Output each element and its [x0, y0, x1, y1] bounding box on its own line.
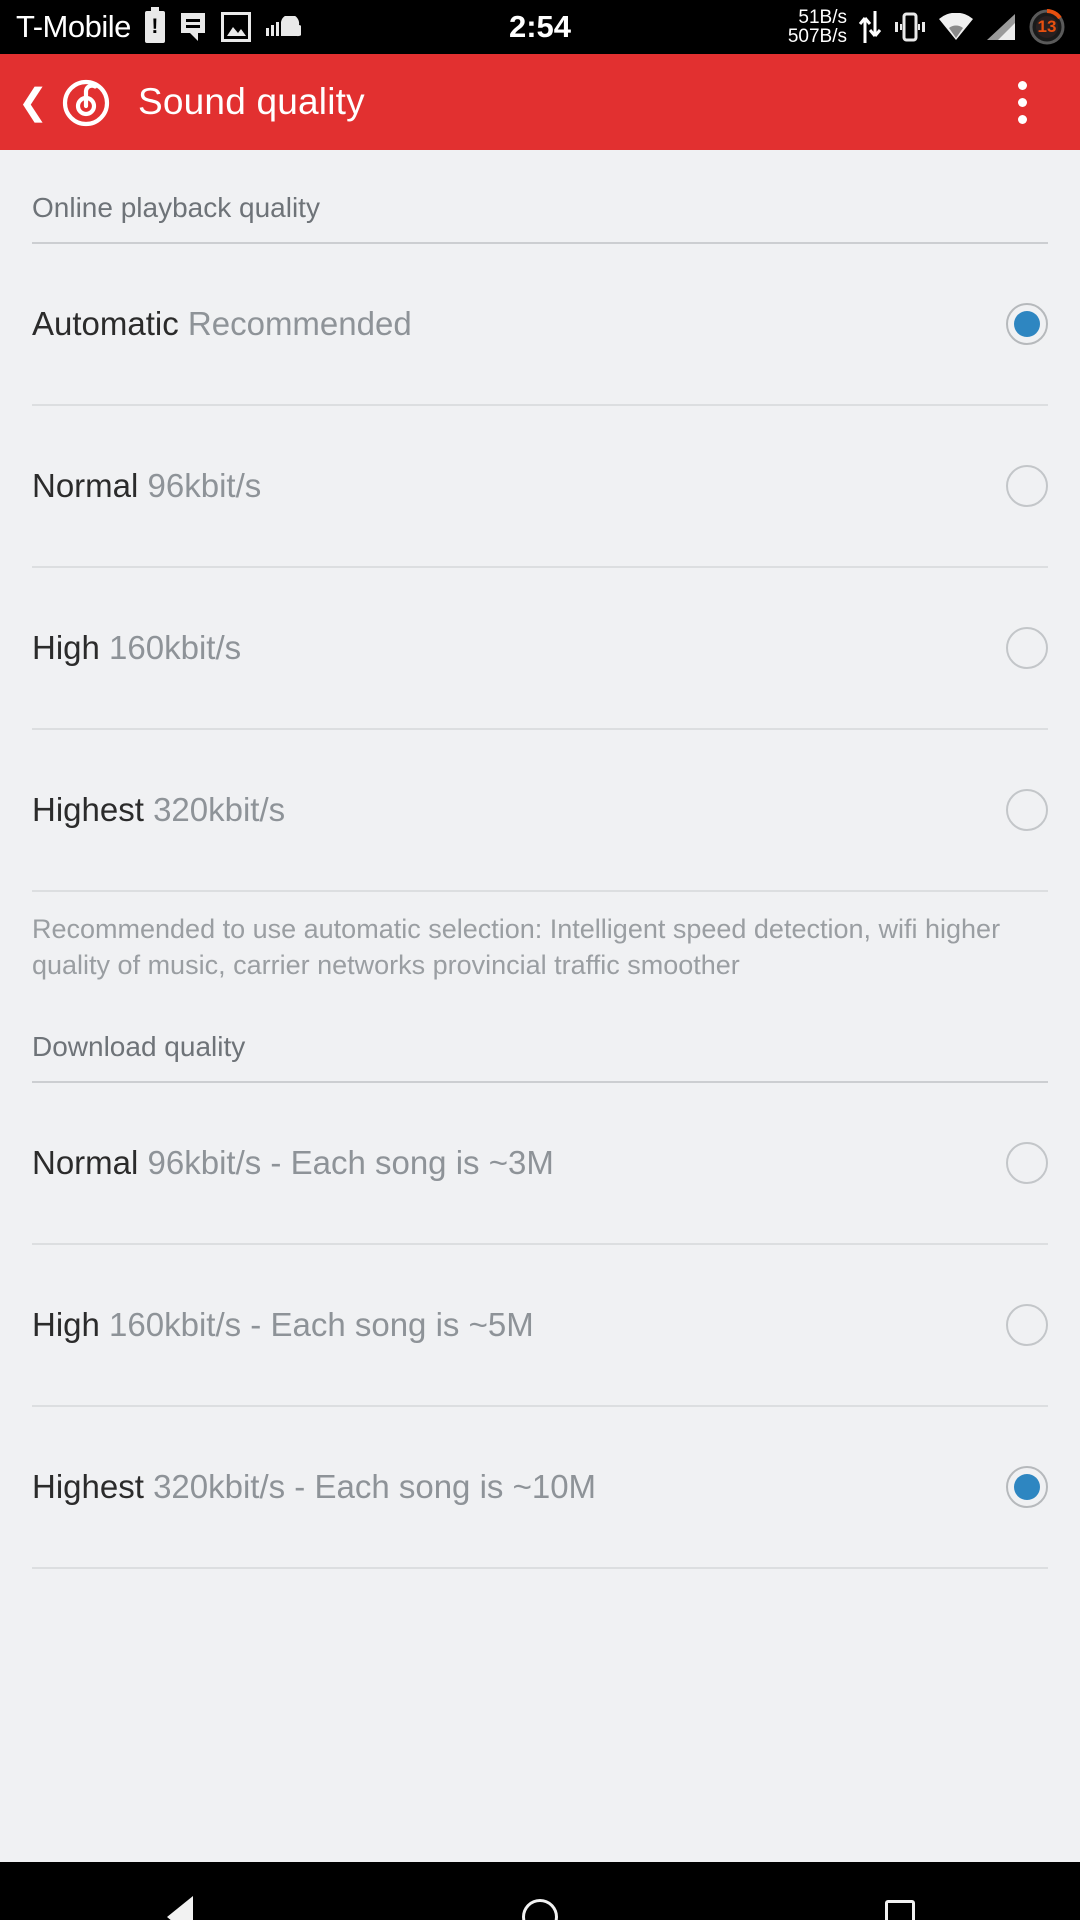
home-circle-icon: [522, 1899, 558, 1920]
section-header-label: Download quality: [32, 1031, 246, 1063]
radio-button-normal-online[interactable]: [1006, 465, 1048, 507]
android-navigation-bar: [0, 1862, 1080, 1920]
option-row-highest-download[interactable]: Highest 320kbit/s - Each song is ~10M: [0, 1407, 1080, 1567]
nav-home-button[interactable]: [480, 1862, 600, 1920]
radio-button-automatic[interactable]: [1006, 303, 1048, 345]
carrier-label: T-Mobile: [16, 9, 131, 44]
status-bar-right: 51B/s 507B/s 13: [788, 8, 1080, 46]
soundcloud-icon: [265, 16, 301, 38]
option-row-highest-online[interactable]: Highest 320kbit/s: [0, 730, 1080, 890]
option-detail: Recommended: [187, 305, 412, 342]
option-detail: 96kbit/s: [147, 467, 262, 504]
status-bar-left: T-Mobile: [0, 7, 301, 45]
option-label: Normal: [32, 1144, 139, 1182]
option-detail: 320kbit/s - Each song is ~10M: [153, 1468, 597, 1506]
battery-level-label: 13: [1037, 17, 1057, 36]
overflow-dot: [1017, 114, 1027, 124]
status-bar: T-Mobile 2:54 51B/s 507B/s: [0, 0, 1080, 54]
overflow-menu-icon[interactable]: [994, 54, 1050, 150]
option-row-text: Normal 96kbit/s: [32, 467, 261, 505]
app-bar: ❮ Sound quality: [0, 54, 1080, 150]
network-speed-indicator: 51B/s 507B/s: [788, 8, 847, 46]
option-row-normal-online[interactable]: Normal 96kbit/s: [0, 406, 1080, 566]
option-row-text: High 160kbit/s: [32, 629, 241, 667]
overflow-dot: [1017, 80, 1027, 90]
battery-alert-icon: [144, 7, 165, 43]
option-row-text: Normal 96kbit/s - Each song is ~3M: [32, 1144, 554, 1182]
option-detail: 160kbit/s - Each song is ~5M: [109, 1306, 534, 1344]
option-detail: 160kbit/s: [109, 629, 242, 666]
netease-cloud-music-logo: [60, 76, 112, 128]
battery-circle-icon: 13: [1028, 8, 1066, 46]
image-icon: [220, 12, 251, 42]
wifi-icon: [938, 13, 974, 41]
option-row-text: Highest 320kbit/s: [32, 791, 285, 829]
option-row-text: High 160kbit/s - Each song is ~5M: [32, 1306, 534, 1344]
option-row-high-online[interactable]: High 160kbit/s: [0, 568, 1080, 728]
message-icon: [179, 11, 207, 43]
option-row-normal-download[interactable]: Normal 96kbit/s - Each song is ~3M: [0, 1083, 1080, 1243]
option-row-high-download[interactable]: High 160kbit/s - Each song is ~5M: [0, 1245, 1080, 1405]
radio-button-highest-download[interactable]: [1006, 1466, 1048, 1509]
vibrate-icon: [893, 11, 927, 43]
data-transfer-icon: [858, 10, 882, 44]
option-label: Automatic: [32, 305, 179, 342]
option-row-automatic[interactable]: Automatic Recommended: [0, 244, 1080, 404]
section-note-online-playback: Recommended to use automatic selection: …: [32, 914, 1001, 980]
row-divider: [32, 1567, 1048, 1570]
section-header-download-quality: Download quality: [0, 989, 1080, 1081]
section-header-label: Online playback quality: [32, 192, 320, 223]
overflow-dot: [1017, 97, 1027, 107]
back-chevron-icon[interactable]: ❮: [10, 54, 56, 150]
option-row-text: Automatic Recommended: [32, 305, 412, 343]
option-label: Highest: [32, 791, 144, 828]
back-triangle-icon: [167, 1896, 193, 1920]
cellular-signal-icon: [985, 13, 1017, 41]
section-header-online-playback: Online playback quality: [0, 150, 1080, 242]
page-title: Sound quality: [138, 81, 365, 122]
network-download-speed: 507B/s: [787, 26, 847, 47]
option-row-text: Highest 320kbit/s - Each song is ~10M: [32, 1468, 596, 1506]
option-label: Normal: [32, 467, 139, 504]
radio-button-high-download[interactable]: [1006, 1304, 1048, 1347]
recents-square-icon: [885, 1900, 915, 1920]
radio-button-highest-online[interactable]: [1006, 789, 1048, 831]
nav-recents-button[interactable]: [840, 1862, 960, 1920]
option-label: High: [32, 1306, 100, 1344]
option-detail: 320kbit/s: [153, 791, 286, 828]
option-label: Highest: [32, 1468, 144, 1506]
option-detail: 96kbit/s - Each song is ~3M: [147, 1144, 554, 1182]
option-label: High: [32, 629, 100, 666]
nav-back-button[interactable]: [120, 1862, 240, 1920]
network-upload-speed: 51B/s: [798, 7, 847, 28]
radio-button-high-online[interactable]: [1006, 627, 1048, 669]
radio-button-normal-download[interactable]: [1006, 1142, 1048, 1185]
settings-content: Online playback quality Automatic Recomm…: [0, 150, 1080, 1862]
